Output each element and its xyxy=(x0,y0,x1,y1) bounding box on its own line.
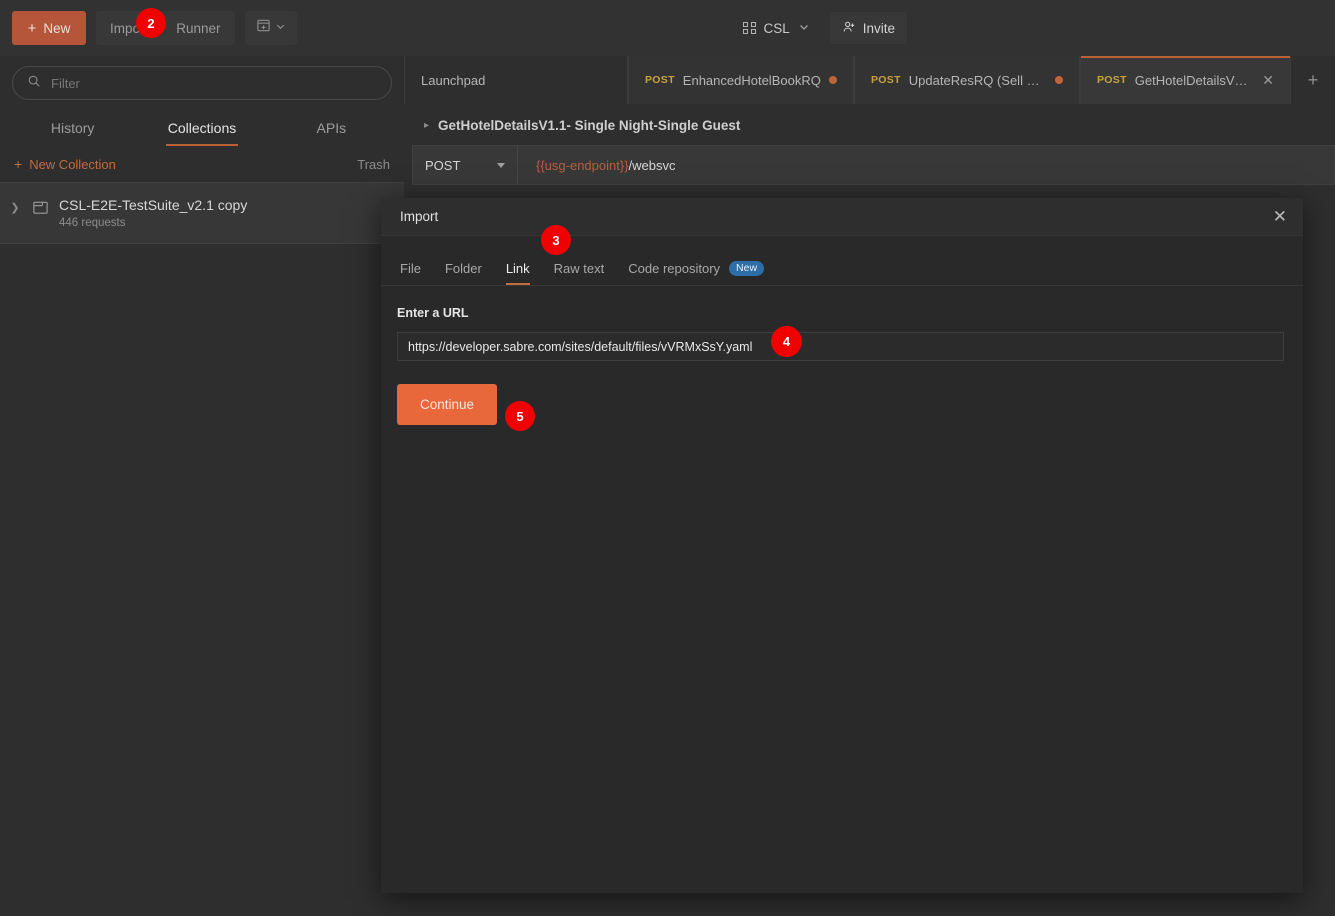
modal-tab-label: Code repository xyxy=(628,260,721,276)
new-badge: New xyxy=(729,260,765,276)
tab-gethoteldetails[interactable]: POST GetHotelDetailsV1.1- Single N... ✕ xyxy=(1080,56,1291,104)
breadcrumb-label: GetHotelDetailsV1.1- Single Night-Single… xyxy=(438,118,741,133)
close-icon[interactable]: ✕ xyxy=(1273,208,1287,225)
modal-tab-folder[interactable]: Folder xyxy=(445,261,482,285)
folder-icon xyxy=(32,199,49,221)
unsaved-dot-icon xyxy=(828,76,837,84)
unsaved-dot-icon xyxy=(1055,76,1063,84)
search-input[interactable]: Filter xyxy=(12,66,392,100)
collection-item-text: CSL-E2E-TestSuite_v2.1 copy 446 requests xyxy=(59,197,247,229)
close-icon[interactable]: ✕ xyxy=(1262,72,1274,89)
http-method-value: POST xyxy=(425,157,461,173)
sidebar-tabs: History Collections APIs xyxy=(0,114,404,146)
breadcrumb: ▸ GetHotelDetailsV1.1- Single Night-Sing… xyxy=(404,104,1335,145)
new-window-icon xyxy=(256,18,271,38)
filter-row: Filter xyxy=(0,56,404,100)
invite-button[interactable]: Invite xyxy=(829,12,908,44)
chevron-down-icon xyxy=(497,162,505,168)
toolbar-button-group: Import Runner xyxy=(96,11,235,45)
trash-label: Trash xyxy=(357,156,390,172)
tab-enhancedhotelbookrq[interactable]: POST EnhancedHotelBookRQ xyxy=(628,56,854,104)
request-url-bar: POST {{usg-endpoint}}/websvc xyxy=(412,145,1335,185)
annotation-badge-3: 3 xyxy=(541,225,571,255)
runner-button-label: Runner xyxy=(176,20,221,36)
collection-list-item[interactable]: ❯ CSL-E2E-TestSuite_v2.1 copy 446 reques… xyxy=(0,182,404,244)
modal-tab-code-repository[interactable]: Code repository New xyxy=(628,260,765,286)
sidebar-tab-label: History xyxy=(50,120,95,136)
sidebar: Filter History Collections APIs + New Co… xyxy=(0,56,404,916)
annotation-badge-4: 4 xyxy=(771,326,802,357)
import-modal: Import ✕ File Folder Link Raw text Code … xyxy=(381,198,1303,893)
collection-name: CSL-E2E-TestSuite_v2.1 copy xyxy=(59,197,248,213)
tab-label: UpdateResRQ (Sell Commit) xyxy=(908,72,1047,88)
workspace-selector[interactable]: CSL xyxy=(735,12,818,44)
tab-label: EnhancedHotelBookRQ xyxy=(682,72,821,88)
modal-tab-link[interactable]: Link xyxy=(505,261,530,285)
url-variable: {{usg-endpoint}} xyxy=(536,157,629,173)
trash-button[interactable]: Trash xyxy=(357,157,390,172)
sidebar-tab-label: Collections xyxy=(167,120,237,136)
modal-header: Import ✕ xyxy=(381,198,1303,236)
tab-method-label: POST xyxy=(1097,74,1127,86)
top-toolbar: + New Import Runner CSL Invite xyxy=(0,0,1335,56)
tab-method-label: POST xyxy=(645,74,675,86)
url-input[interactable]: https://developer.sabre.com/sites/defaul… xyxy=(397,332,1284,361)
tab-label: GetHotelDetailsV1.1- Single N... xyxy=(1134,72,1255,88)
sidebar-tab-label: APIs xyxy=(316,120,347,136)
modal-title: Import xyxy=(400,209,439,224)
tab-label: Launchpad xyxy=(421,72,486,88)
collection-request-count: 446 requests xyxy=(59,217,126,229)
chevron-right-icon[interactable]: ❯ xyxy=(8,197,22,214)
modal-tab-label: File xyxy=(400,261,421,276)
modal-tab-file[interactable]: File xyxy=(400,261,421,285)
triangle-right-icon[interactable]: ▸ xyxy=(424,120,429,131)
modal-tab-label: Link xyxy=(505,261,530,276)
sidebar-tab-apis[interactable]: APIs xyxy=(267,114,396,146)
url-path: /websvc xyxy=(628,157,676,173)
chevron-down-icon xyxy=(798,21,810,36)
modal-tab-label: Folder xyxy=(444,261,482,276)
new-collection-label: New Collection xyxy=(29,156,116,172)
plus-icon: + xyxy=(14,156,23,172)
url-field-label: Enter a URL xyxy=(397,306,469,320)
annotation-badge-2: 2 xyxy=(136,8,166,38)
sidebar-tab-history[interactable]: History xyxy=(8,114,137,146)
user-add-icon xyxy=(842,20,856,37)
add-tab-label: + xyxy=(1307,69,1319,90)
chevron-down-icon xyxy=(275,19,286,37)
modal-tab-bar: File Folder Link Raw text Code repositor… xyxy=(381,236,1303,286)
tab-method-label: POST xyxy=(871,74,901,86)
sidebar-tab-collections[interactable]: Collections xyxy=(137,114,266,146)
invite-button-label: Invite xyxy=(862,20,896,36)
request-tab-bar: Launchpad POST EnhancedHotelBookRQ POST … xyxy=(404,56,1335,104)
topbar-center-group: CSL Invite xyxy=(735,12,908,44)
modal-tab-raw-text[interactable]: Raw text xyxy=(554,261,605,285)
modal-tab-label: Raw text xyxy=(553,261,605,276)
url-input-value: https://developer.sabre.com/sites/defaul… xyxy=(408,339,753,354)
tab-launchpad[interactable]: Launchpad xyxy=(404,56,628,104)
annotation-badge-5: 5 xyxy=(505,401,535,431)
search-icon xyxy=(27,74,41,93)
http-method-select[interactable]: POST xyxy=(413,146,518,184)
runner-button[interactable]: Runner xyxy=(162,11,235,45)
new-window-button[interactable] xyxy=(244,11,297,45)
grid-icon xyxy=(743,21,756,35)
new-collection-button[interactable]: + New Collection xyxy=(14,156,116,172)
new-button-label: New xyxy=(43,20,71,36)
continue-button-label: Continue xyxy=(419,397,475,412)
collection-actions: + New Collection Trash xyxy=(0,146,404,182)
search-placeholder: Filter xyxy=(51,75,80,91)
continue-button[interactable]: Continue xyxy=(397,384,497,425)
add-tab-button[interactable]: + xyxy=(1291,56,1335,104)
workspace-label: CSL xyxy=(763,20,790,36)
plus-icon: + xyxy=(27,19,37,37)
postman-window: + New Import Runner CSL Invite Filter Hi… xyxy=(0,0,1335,916)
tab-updateresrq[interactable]: POST UpdateResRQ (Sell Commit) xyxy=(854,56,1080,104)
new-button[interactable]: + New xyxy=(12,11,86,45)
request-url-input[interactable]: {{usg-endpoint}}/websvc xyxy=(518,158,676,173)
